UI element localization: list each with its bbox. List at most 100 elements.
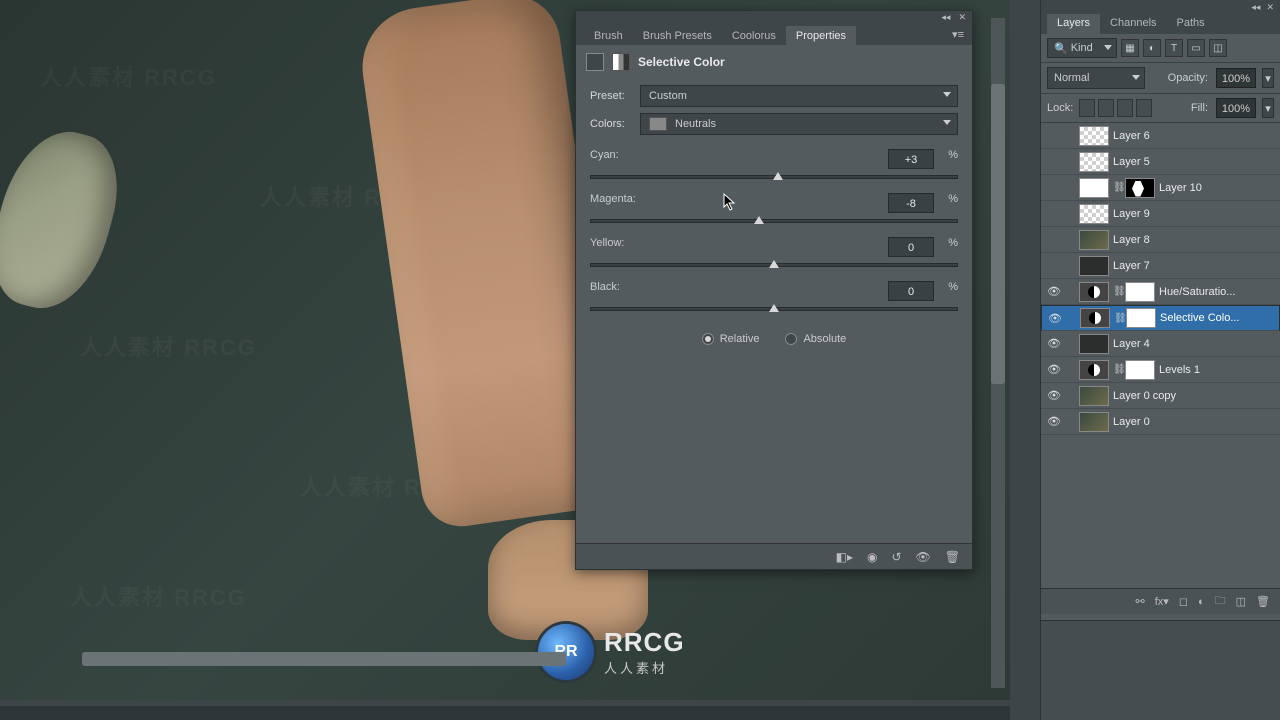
tab-channels[interactable]: Channels [1100,14,1166,34]
lock-all-icon[interactable] [1136,99,1152,117]
reset-icon[interactable]: ↺ [891,550,901,564]
layer-row[interactable]: 👁⛓Layer 10 [1041,175,1280,201]
preset-dropdown[interactable]: Custom [640,85,958,107]
lock-position-icon[interactable] [1117,99,1133,117]
layer-name[interactable]: Layer 4 [1113,338,1150,350]
tab-brush-presets[interactable]: Brush Presets [633,26,722,45]
panel-menu-icon[interactable]: ▾≡ [944,24,972,45]
filter-kind-dropdown[interactable]: 🔍Kind [1047,38,1117,58]
layer-row[interactable]: 👁Layer 7 [1041,253,1280,279]
collapse-icon[interactable]: ◂◂ [1251,2,1260,13]
channel-value-input[interactable]: -8 [888,193,934,213]
new-adjustment-icon[interactable]: ◐ [1198,596,1205,608]
channel-value-input[interactable]: 0 [888,237,934,257]
layer-fx-icon[interactable]: fx▾ [1155,595,1169,608]
horizontal-scrollbar[interactable] [82,652,566,666]
filter-smart-icon[interactable]: ◫ [1209,39,1227,57]
filter-shape-icon[interactable]: ▭ [1187,39,1205,57]
slider-thumb-icon[interactable] [769,304,779,312]
layer-row[interactable]: 👁 Layer 0 [1041,409,1280,435]
tab-paths[interactable]: Paths [1167,14,1215,34]
fill-scrubber-icon[interactable]: ▾ [1262,98,1274,118]
layer-row[interactable]: 👁⛓Levels 1 [1041,357,1280,383]
delete-icon[interactable]: 🗑 [945,550,960,564]
tab-properties[interactable]: Properties [786,26,856,45]
vertical-scrollbar[interactable] [991,18,1005,688]
layer-thumbnail[interactable] [1079,152,1109,172]
visibility-toggle-icon[interactable]: 👁 [1045,285,1063,298]
visibility-toggle-icon[interactable]: 👁 [1045,415,1063,428]
visibility-icon[interactable]: 👁 [916,550,931,564]
layer-name[interactable]: Layer 0 copy [1113,390,1176,402]
visibility-toggle-icon[interactable]: 👁 [1045,363,1063,376]
layer-thumbnail[interactable] [1079,256,1109,276]
layer-name[interactable]: Layer 0 [1113,416,1150,428]
layer-mask-thumbnail[interactable] [1125,178,1155,198]
visibility-toggle-icon[interactable]: 👁 [1046,312,1064,325]
layer-thumbnail[interactable] [1079,204,1109,224]
close-icon[interactable]: ✕ [958,12,966,23]
add-mask-icon[interactable]: ◻ [1179,595,1188,608]
layer-name[interactable]: Layer 10 [1159,182,1202,194]
slider-thumb-icon[interactable] [773,172,783,180]
layer-thumbnail[interactable] [1079,230,1109,250]
lock-pixels-icon[interactable] [1098,99,1114,117]
layer-mask-thumbnail[interactable] [1125,282,1155,302]
channel-value-input[interactable]: +3 [888,149,934,169]
link-layers-icon[interactable]: ⚯ [1136,595,1145,608]
layer-name[interactable]: Hue/Saturatio... [1159,286,1235,298]
layer-thumbnail[interactable] [1079,386,1109,406]
fill-input[interactable]: 100% [1216,98,1256,118]
visibility-toggle-icon[interactable]: 👁 [1045,207,1063,220]
new-group-icon[interactable]: 🗀 [1215,592,1226,611]
layer-name[interactable]: Layer 5 [1113,156,1150,168]
visibility-toggle-icon[interactable]: 👁 [1045,233,1063,246]
layer-thumbnail[interactable] [1079,282,1109,302]
layer-row[interactable]: 👁Layer 4 [1041,331,1280,357]
visibility-toggle-icon[interactable]: 👁 [1045,129,1063,142]
close-icon[interactable]: ✕ [1266,2,1274,13]
channel-slider[interactable] [590,263,958,267]
new-layer-icon[interactable]: ◫ [1236,595,1246,608]
layer-thumbnail[interactable] [1079,334,1109,354]
opacity-input[interactable]: 100% [1216,68,1256,88]
layer-name[interactable]: Layer 7 [1113,260,1150,272]
layer-mask-thumbnail[interactable] [1126,308,1156,328]
layer-row[interactable]: 👁⛓Selective Colo... [1041,305,1280,331]
clip-to-layer-icon[interactable]: ◧▸ [836,550,853,564]
layer-row[interactable]: 👁 Layer 0 copy [1041,383,1280,409]
channel-slider[interactable] [590,175,958,179]
tab-layers[interactable]: Layers [1047,14,1100,34]
layer-thumbnail[interactable] [1080,308,1110,328]
filter-adjustment-icon[interactable]: ◐ [1143,39,1161,57]
adjustment-toggle-icon[interactable] [586,53,604,71]
layer-thumbnail[interactable] [1079,412,1109,432]
blend-mode-dropdown[interactable]: Normal [1047,67,1145,89]
relative-radio[interactable]: Relative [702,333,760,345]
visibility-toggle-icon[interactable]: 👁 [1045,155,1063,168]
layer-name[interactable]: Layer 6 [1113,130,1150,142]
layer-name[interactable]: Selective Colo... [1160,312,1239,324]
delete-layer-icon[interactable]: 🗑 [1256,595,1270,608]
visibility-toggle-icon[interactable]: 👁 [1045,389,1063,402]
layer-row[interactable]: 👁 Layer 6 [1041,123,1280,149]
layer-name[interactable]: Layer 8 [1113,234,1150,246]
layer-name[interactable]: Levels 1 [1159,364,1200,376]
channel-slider[interactable] [590,219,958,223]
filter-pixel-icon[interactable]: ▦ [1121,39,1139,57]
slider-thumb-icon[interactable] [754,216,764,224]
opacity-scrubber-icon[interactable]: ▾ [1262,68,1274,88]
tab-coolorus[interactable]: Coolorus [722,26,786,45]
channel-value-input[interactable]: 0 [888,281,934,301]
collapse-icon[interactable]: ◂◂ [941,12,950,23]
layer-row[interactable]: 👁 Layer 5 [1041,149,1280,175]
absolute-radio[interactable]: Absolute [785,333,846,345]
layer-thumbnail[interactable] [1079,360,1109,380]
visibility-toggle-icon[interactable]: 👁 [1045,181,1063,194]
layer-row[interactable]: 👁⛓Hue/Saturatio... [1041,279,1280,305]
layer-mask-thumbnail[interactable] [1125,360,1155,380]
lock-transparency-icon[interactable] [1079,99,1095,117]
channel-slider[interactable] [590,307,958,311]
slider-thumb-icon[interactable] [769,260,779,268]
layer-thumbnail[interactable] [1079,126,1109,146]
